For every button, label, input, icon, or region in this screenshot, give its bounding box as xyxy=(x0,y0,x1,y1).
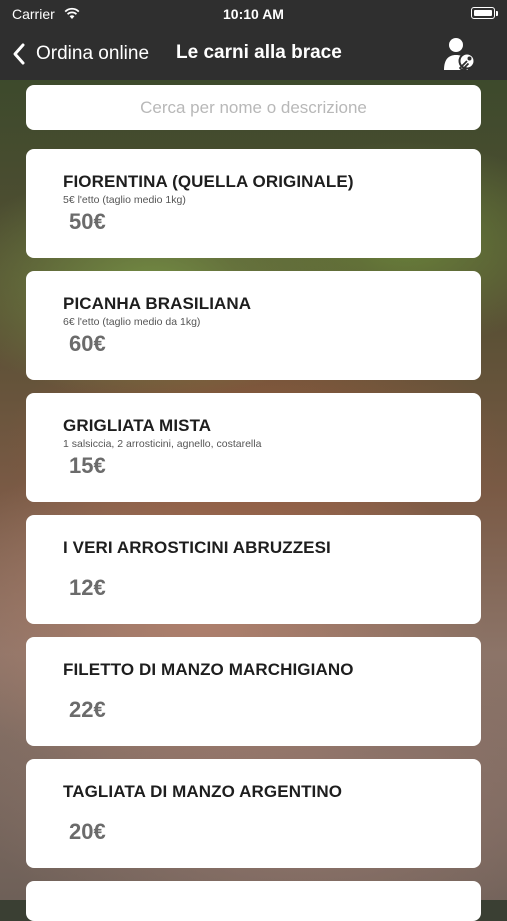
item-name: PICANHA BRASILIANA xyxy=(63,294,252,313)
search-input[interactable] xyxy=(26,96,481,119)
item-price: 12€ xyxy=(69,575,106,600)
status-bar: Carrier 10:10 AM xyxy=(0,0,507,28)
item-price: 50€ xyxy=(69,209,106,234)
item-description: 6€ l'etto (taglio medio da 1kg) xyxy=(63,316,201,328)
item-description: 5€ l'etto (taglio medio 1kg) xyxy=(63,194,186,206)
page-title: Le carni alla brace xyxy=(176,42,342,63)
list-item[interactable]: TAGLIATA DI MANZO ARGENTINO 20€ xyxy=(26,759,481,868)
battery-icon xyxy=(471,7,495,19)
item-name: I VERI ARROSTICINI ABRUZZESI xyxy=(63,538,331,557)
item-name: FIORENTINA (QUELLA ORIGINALE) xyxy=(63,172,354,191)
list-item[interactable]: GRIGLIATA MISTA 1 salsiccia, 2 arrostici… xyxy=(26,393,481,502)
item-price: 20€ xyxy=(69,819,106,844)
item-name: TAGLIATA DI MANZO ARGENTINO xyxy=(63,782,343,801)
list-item[interactable]: FIORENTINA (QUELLA ORIGINALE) 5€ l'etto … xyxy=(26,149,481,258)
battery-tip xyxy=(496,11,498,16)
item-name: FILETTO DI MANZO MARCHIGIANO xyxy=(63,660,354,679)
item-description: 1 salsiccia, 2 arrosticini, agnello, cos… xyxy=(63,438,262,450)
list-item[interactable]: I VERI ARROSTICINI ABRUZZESI 12€ xyxy=(26,515,481,624)
list-item[interactable] xyxy=(26,881,481,921)
search-bar[interactable] xyxy=(26,85,481,130)
list-item[interactable]: FILETTO DI MANZO MARCHIGIANO 22€ xyxy=(26,637,481,746)
item-name: GRIGLIATA MISTA xyxy=(63,416,212,435)
chevron-left-icon xyxy=(13,43,25,65)
item-price: 15€ xyxy=(69,453,106,478)
list-item[interactable]: PICANHA BRASILIANA 6€ l'etto (taglio med… xyxy=(26,271,481,380)
user-key-icon[interactable] xyxy=(443,36,477,72)
back-button[interactable]: Ordina online xyxy=(12,38,149,70)
item-price: 60€ xyxy=(69,331,106,356)
clock: 10:10 AM xyxy=(223,6,284,22)
back-label: Ordina online xyxy=(36,43,150,64)
navigation-bar: Ordina online Le carni alla brace xyxy=(0,28,507,80)
item-price: 22€ xyxy=(69,697,106,722)
